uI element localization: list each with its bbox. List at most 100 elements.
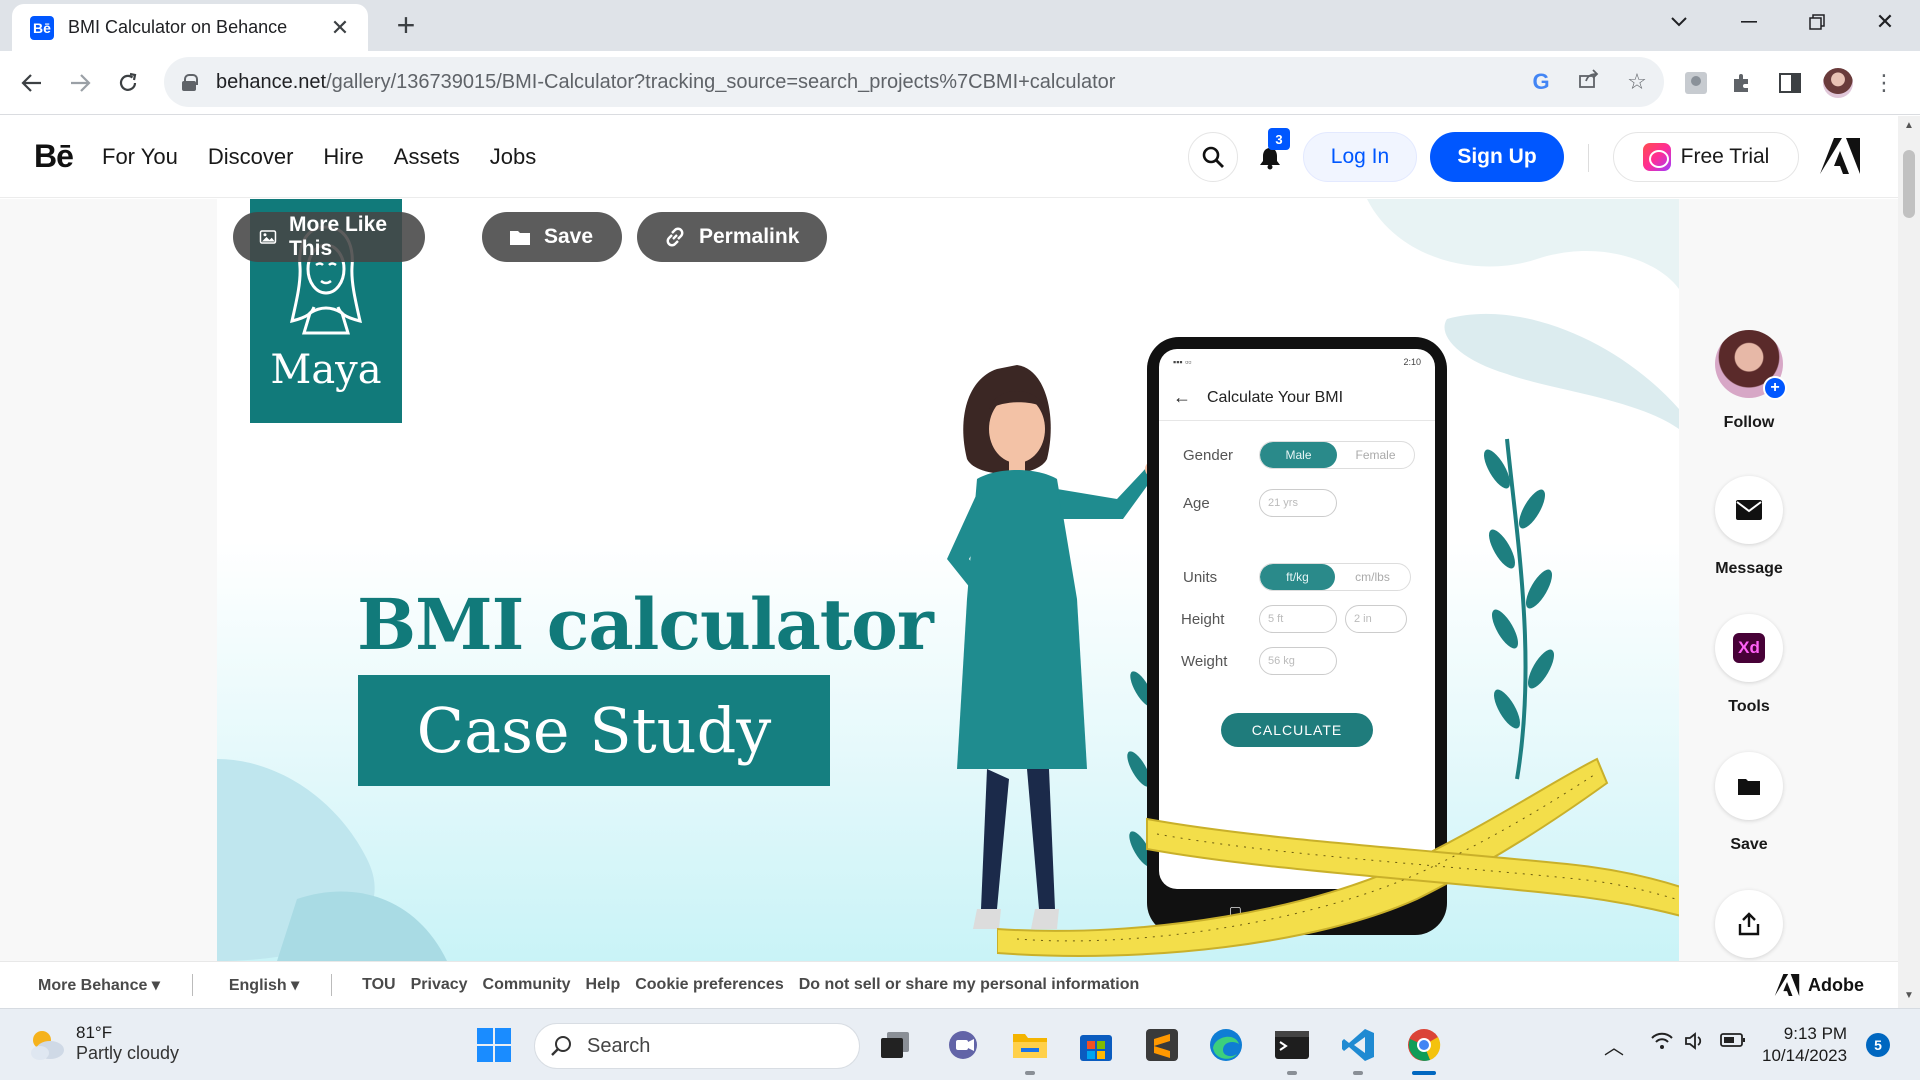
- running-indicator: [1025, 1071, 1035, 1075]
- save-action[interactable]: Save: [1714, 752, 1784, 854]
- folder-icon: [1738, 779, 1760, 795]
- volume-icon[interactable]: [1684, 1031, 1708, 1057]
- system-clock[interactable]: 9:13 PM 10/14/2023: [1762, 1023, 1847, 1067]
- share-icon[interactable]: [1572, 69, 1606, 95]
- edge-browser-icon[interactable]: [1206, 1025, 1246, 1065]
- new-tab-icon[interactable]: +: [390, 9, 422, 41]
- footer-link-do-not-sell[interactable]: Do not sell or share my personal informa…: [799, 976, 1140, 994]
- permalink-button[interactable]: Permalink: [637, 212, 827, 262]
- footer-divider: [191, 974, 193, 996]
- notification-center-badge[interactable]: 5: [1866, 1033, 1890, 1057]
- footer-link-help[interactable]: Help: [586, 976, 621, 994]
- height-label: Height: [1181, 610, 1225, 628]
- file-explorer-icon[interactable]: [1010, 1025, 1050, 1065]
- microsoft-store-icon[interactable]: [1076, 1025, 1116, 1065]
- nav-discover[interactable]: Discover: [208, 144, 294, 170]
- weather-widget[interactable]: 81°F Partly cloudy: [26, 1023, 179, 1064]
- forward-icon[interactable]: [60, 63, 100, 103]
- nav-hire[interactable]: Hire: [323, 144, 363, 170]
- more-behance-dropdown[interactable]: More Behance ▾: [38, 975, 160, 995]
- behance-logo[interactable]: Bē: [34, 138, 74, 175]
- message-action[interactable]: Message: [1714, 476, 1784, 578]
- signal-icons: ▪▪▪ ▫▫: [1173, 357, 1192, 367]
- save-project-button[interactable]: Save: [482, 212, 622, 262]
- scroll-down-arrow-icon[interactable]: ▼: [1903, 990, 1915, 1001]
- follow-label: Follow: [1723, 414, 1775, 431]
- omnibox-actions: G ☆: [1524, 57, 1654, 107]
- tab-search-chevron-icon[interactable]: [1644, 0, 1714, 44]
- nav-for-you[interactable]: For You: [102, 144, 178, 170]
- footer-adobe-label: Adobe: [1808, 974, 1864, 995]
- follow-action[interactable]: + Follow: [1714, 330, 1787, 432]
- weight-label: Weight: [1181, 652, 1228, 670]
- search-button[interactable]: [1188, 132, 1238, 182]
- footer-link-tou[interactable]: TOU: [362, 976, 395, 994]
- terminal-icon[interactable]: [1272, 1025, 1312, 1065]
- language-dropdown[interactable]: English ▾: [229, 975, 299, 995]
- more-like-this-label: More Like This: [288, 213, 387, 260]
- nav-jobs[interactable]: Jobs: [490, 144, 536, 170]
- browser-tab[interactable]: Bē BMI Calculator on Behance ✕: [12, 4, 368, 51]
- teams-chat-icon[interactable]: [944, 1025, 984, 1065]
- reload-icon[interactable]: [108, 63, 148, 103]
- more-like-this-button[interactable]: More Like This: [233, 212, 425, 262]
- weight-field: 56 kg: [1259, 647, 1337, 675]
- vscode-icon[interactable]: [1338, 1025, 1378, 1065]
- sublime-text-icon[interactable]: [1142, 1025, 1182, 1065]
- footer-link-cookie-preferences[interactable]: Cookie preferences: [635, 976, 784, 994]
- cover-subtitle-band: Case Study: [358, 675, 830, 786]
- footer-divider: [331, 974, 333, 996]
- google-lens-icon[interactable]: G: [1524, 69, 1558, 95]
- footer-adobe-link[interactable]: Adobe: [1774, 974, 1864, 996]
- footer-link-community[interactable]: Community: [483, 976, 571, 994]
- free-trial-button[interactable]: Free Trial: [1613, 132, 1799, 182]
- nav-assets[interactable]: Assets: [394, 144, 460, 170]
- restore-icon[interactable]: [1782, 0, 1852, 44]
- share-button[interactable]: [1715, 890, 1783, 958]
- signup-button[interactable]: Sign Up: [1430, 132, 1564, 182]
- windows-taskbar: 81°F Partly cloudy Search ︿ 9:13 PM 10/1…: [0, 1008, 1920, 1080]
- chrome-menu-icon[interactable]: ⋮: [1864, 63, 1904, 103]
- tools-button[interactable]: Xd: [1715, 614, 1783, 682]
- gender-option-male: Male: [1260, 442, 1337, 468]
- active-app-indicator: [1412, 1071, 1436, 1075]
- screen: Bē BMI Calculator on Behance ✕ + ✕ behan…: [0, 0, 1920, 1080]
- wifi-icon[interactable]: [1650, 1031, 1674, 1057]
- tools-action[interactable]: Xd Tools: [1714, 614, 1784, 716]
- taskbar-search-box[interactable]: Search: [534, 1023, 860, 1069]
- task-view-icon[interactable]: [876, 1025, 916, 1065]
- behance-footer: More Behance ▾ English ▾ TOU Privacy Com…: [0, 961, 1898, 1008]
- extensions-puzzle-icon[interactable]: [1722, 63, 1762, 103]
- battery-icon[interactable]: [1720, 1031, 1746, 1054]
- side-panel-icon[interactable]: [1770, 63, 1810, 103]
- footer-link-privacy[interactable]: Privacy: [411, 976, 468, 994]
- adobe-logo-icon[interactable]: [1820, 138, 1860, 174]
- address-bar[interactable]: behance.net/gallery/136739015/BMI-Calcul…: [164, 57, 1664, 107]
- login-button[interactable]: Log In: [1303, 132, 1417, 182]
- show-hidden-icons-chevron-icon[interactable]: ︿: [1604, 1031, 1624, 1060]
- age-label: Age: [1183, 494, 1210, 512]
- page-scrollbar[interactable]: ▲ ▼: [1898, 116, 1920, 1008]
- image-icon: [259, 230, 277, 244]
- back-icon[interactable]: [12, 63, 52, 103]
- scroll-up-arrow-icon[interactable]: ▲: [1903, 120, 1915, 131]
- extension-image-icon[interactable]: [1676, 63, 1716, 103]
- close-window-icon[interactable]: ✕: [1850, 0, 1920, 44]
- profile-avatar[interactable]: [1818, 63, 1858, 103]
- bookmark-star-icon[interactable]: ☆: [1620, 69, 1654, 95]
- scrollbar-thumb[interactable]: [1903, 150, 1915, 218]
- share-action[interactable]: [1714, 890, 1784, 958]
- minimize-icon[interactable]: [1714, 0, 1784, 44]
- phone-status-bar: ▪▪▪ ▫▫ 2:10: [1173, 357, 1421, 367]
- save-rail-button[interactable]: [1715, 752, 1783, 820]
- close-tab-icon[interactable]: ✕: [326, 15, 354, 41]
- message-button[interactable]: [1715, 476, 1783, 544]
- height-ft-field: 5 ft: [1259, 605, 1337, 633]
- chrome-taskbar-icon[interactable]: [1404, 1025, 1444, 1065]
- units-label: Units: [1183, 568, 1218, 586]
- owner-avatar[interactable]: +: [1715, 330, 1787, 400]
- lock-icon[interactable]: [182, 74, 198, 91]
- age-field: 21 yrs: [1259, 489, 1337, 517]
- windows-start-icon[interactable]: [474, 1025, 514, 1065]
- notification-count-badge: 3: [1268, 128, 1290, 150]
